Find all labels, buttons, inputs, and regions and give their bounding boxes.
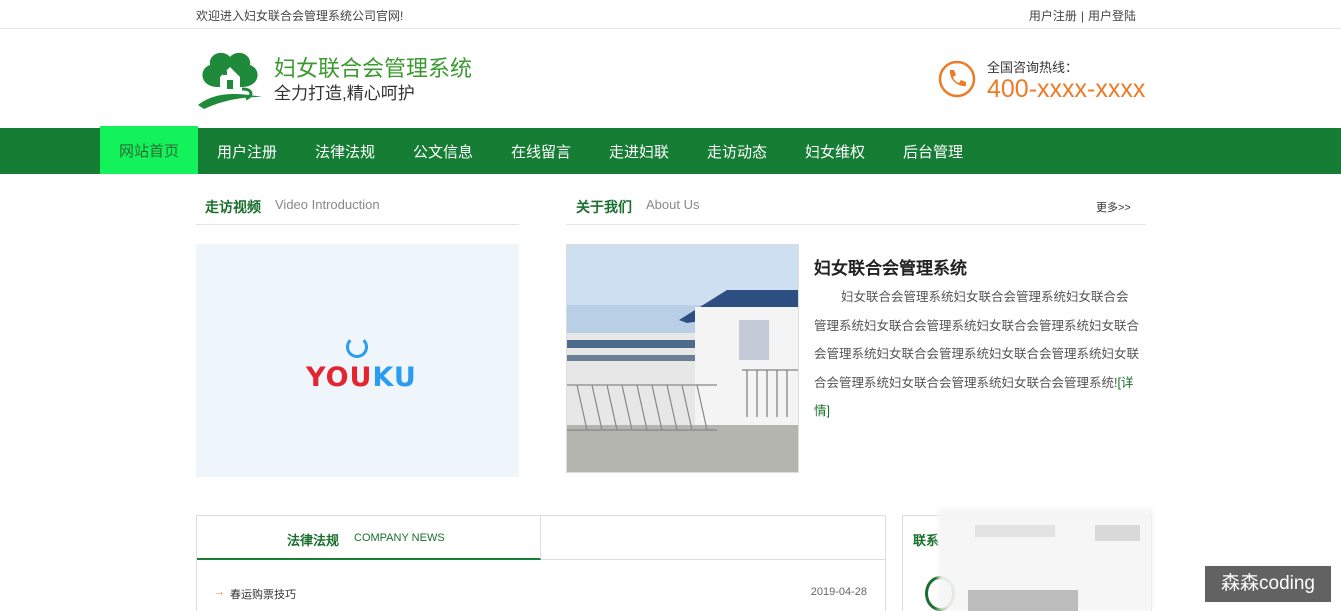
nav-item-messages[interactable]: 在线留言: [492, 128, 590, 174]
nav-item-rights[interactable]: 妇女维权: [786, 128, 884, 174]
laws-tab-title: 法律法规: [287, 533, 340, 548]
nav-item-about[interactable]: 走进妇联: [590, 128, 688, 174]
youku-logo: YOUKU: [306, 362, 417, 393]
register-link[interactable]: 用户注册: [1029, 9, 1077, 23]
nav-item-laws[interactable]: 法律法规: [296, 128, 394, 174]
nav-item-documents[interactable]: 公文信息: [394, 128, 492, 174]
about-body-text: 妇女联合会管理系统妇女联合会管理系统妇女联合会管理系统妇女联合会管理系统妇女联合…: [814, 290, 1140, 390]
news-item-date: 2019-04-28: [810, 586, 867, 598]
hotline-label: 全国咨询热线：: [987, 60, 1079, 75]
news-item-title[interactable]: 春运购票技巧: [230, 586, 296, 602]
loading-spinner-icon: [346, 336, 368, 358]
about-section-title: 关于我们: [576, 199, 632, 215]
video-player[interactable]: YOUKU: [196, 244, 519, 477]
phone-icon: [938, 60, 976, 98]
top-separator: |: [1080, 9, 1084, 23]
about-building-image[interactable]: [566, 244, 799, 473]
about-heading: 妇女联合会管理系统: [814, 259, 967, 278]
main-nav: 网站首页 用户注册 法律法规 公文信息 在线留言 走进妇联 走访动态 妇女维权 …: [0, 126, 1341, 174]
top-links: 用户注册 | 用户登陆: [1029, 7, 1136, 24]
blurred-block: [1095, 525, 1140, 541]
about-section-subtitle: About Us: [646, 197, 700, 212]
nav-item-home[interactable]: 网站首页: [100, 126, 198, 174]
video-section-title: 走访视频: [205, 199, 261, 215]
about-body: 妇女联合会管理系统妇女联合会管理系统妇女联合会管理系统妇女联合会管理系统妇女联合…: [814, 283, 1139, 426]
video-section-subtitle: Video Introduction: [275, 197, 380, 212]
nav-item-visits[interactable]: 走访动态: [688, 128, 786, 174]
hotline-number: 400-xxxx-xxxx: [987, 75, 1146, 103]
site-slogan: 全力打造,精心呵护: [274, 84, 415, 103]
news-divider: [541, 559, 885, 560]
login-link[interactable]: 用户登陆: [1088, 9, 1136, 23]
site-header: 妇女联合会管理系统 全力打造,精心呵护 全国咨询热线： 400-xxxx-xxx…: [0, 29, 1341, 128]
about-section-divider: [566, 224, 1146, 225]
arrow-right-icon: →: [214, 586, 225, 598]
logo-house-tree-icon[interactable]: [196, 47, 264, 111]
about-more-link[interactable]: 更多>>: [1096, 199, 1131, 215]
welcome-text: 欢迎进入妇女联合会管理系统公司官网!: [196, 9, 404, 23]
laws-tab[interactable]: 法律法规 COMPANY NEWS: [197, 516, 541, 560]
laws-tab-subtitle: COMPANY NEWS: [354, 532, 445, 544]
blurred-block: [968, 590, 1078, 611]
nav-item-register[interactable]: 用户注册: [198, 128, 296, 174]
building-photo-image: [567, 245, 798, 472]
video-section-divider: [196, 224, 519, 225]
nav-item-admin[interactable]: 后台管理: [884, 128, 982, 174]
watermark-badge: 森森coding: [1205, 566, 1331, 602]
blurred-block: [975, 525, 1055, 537]
contact-title: 联系: [913, 533, 940, 548]
top-bar: 欢迎进入妇女联合会管理系统公司官网! 用户注册 | 用户登陆: [0, 0, 1341, 29]
laws-news-box: 法律法规 COMPANY NEWS → 春运购票技巧 2019-04-28: [196, 515, 886, 611]
